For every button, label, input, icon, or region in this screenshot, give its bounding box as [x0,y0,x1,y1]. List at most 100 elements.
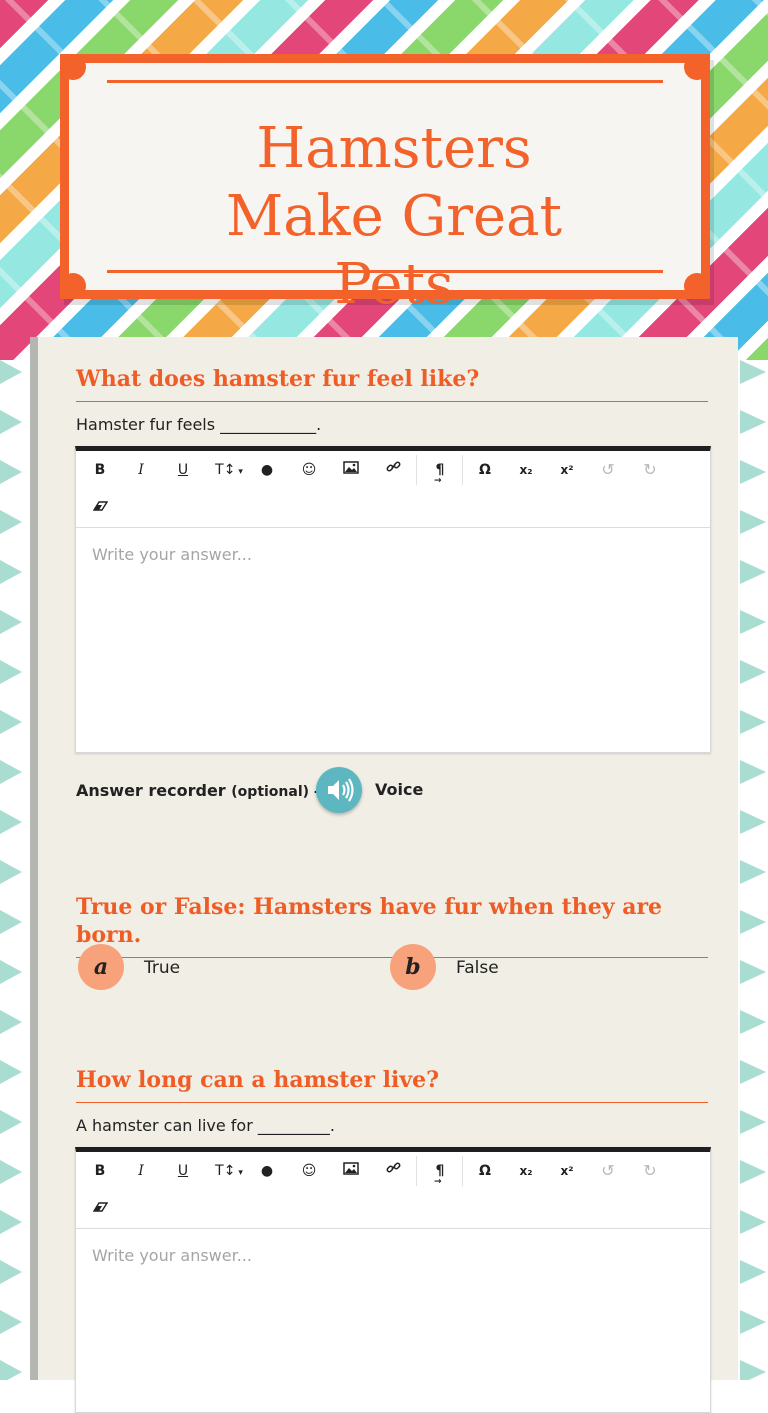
underline-button[interactable]: U [167,1156,199,1186]
triangle-decoration [740,1010,766,1034]
subscript-button[interactable]: x₂ [510,455,542,485]
link-icon[interactable] [377,455,409,485]
question-3-prompt: A hamster can live for _________. [76,1116,335,1135]
triangle-decoration [0,810,22,834]
font-size-dropdown[interactable]: T↕ ▾ [209,1156,249,1186]
answer-editor-1: B I U T↕ ▾ ● ☺ ¶ → Ω x₂ x² ↺ ↻ Write your… [75,446,711,753]
bold-button[interactable]: B [84,1156,116,1186]
triangle-decoration [0,1310,22,1334]
paragraph-direction-button[interactable]: ¶ → [424,1156,456,1187]
recorder-optional-text: (optional) - [231,784,320,800]
triangle-decoration [0,560,22,584]
option-b-circle[interactable]: b [390,944,436,990]
eraser-icon[interactable] [84,492,116,522]
option-b-label[interactable]: False [456,958,499,978]
answer-textarea-placeholder[interactable]: Write your answer... [92,545,252,564]
emoji-icon[interactable]: ☺ [293,1156,325,1186]
triangle-decoration [740,760,766,784]
option-a-label[interactable]: True [144,958,180,978]
corner-ornament [60,273,86,299]
arrow-right-icon: → [434,1177,442,1187]
triangle-decoration [0,460,22,484]
toolbar-divider [416,1156,417,1186]
special-char-button[interactable]: Ω [469,455,501,485]
question-2-title: True or False: Hamsters have fur when th… [76,893,708,958]
triangle-decoration [0,1210,22,1234]
special-char-button[interactable]: Ω [469,1156,501,1186]
link-icon[interactable] [377,1156,409,1186]
text-color-icon[interactable]: ● [251,455,283,485]
font-size-dropdown[interactable]: T↕ ▾ [209,455,249,485]
text-color-icon[interactable]: ● [251,1156,283,1186]
triangle-decoration [740,1060,766,1084]
editor-toolbar: B I U T↕ ▾ ● ☺ ¶ → Ω x₂ x² ↺ ↻ [76,1152,710,1229]
question-1-title: What does hamster fur feel like? [76,365,708,402]
eraser-icon [92,1202,108,1212]
emoji-icon[interactable]: ☺ [293,455,325,485]
triangle-decoration [0,360,22,384]
speaker-icon [328,778,354,802]
triangle-decoration [740,960,766,984]
redo-button[interactable]: ↻ [634,455,666,485]
option-a-letter: a [93,954,109,980]
triangle-decoration [0,710,22,734]
caret-down-icon: ▾ [235,467,243,477]
image-icon[interactable] [335,455,367,485]
triangle-decoration [740,560,766,584]
triangle-decoration [0,510,22,534]
toolbar-divider [416,455,417,485]
answer-textarea-placeholder[interactable]: Write your answer... [92,1246,252,1265]
triangle-decoration [0,960,22,984]
eraser-icon [92,501,108,511]
triangle-decoration [740,1210,766,1234]
toolbar-divider [462,1156,463,1186]
triangle-decoration [740,710,766,734]
answer-editor-2: B I U T↕ ▾ ● ☺ ¶ → Ω x₂ x² ↺ ↻ Write your… [75,1147,711,1413]
option-b-letter: b [405,954,421,980]
superscript-button[interactable]: x² [551,455,583,485]
triangle-decoration [0,1260,22,1284]
recorder-label-text: Answer recorder [76,781,226,800]
question-3-title: How long can a hamster live? [76,1066,708,1103]
italic-button[interactable]: I [125,455,157,485]
triangle-decoration [740,1160,766,1184]
underline-button[interactable]: U [167,455,199,485]
eraser-icon[interactable] [84,1193,116,1223]
corner-ornament [60,54,86,80]
bold-button[interactable]: B [84,455,116,485]
undo-button[interactable]: ↺ [592,455,624,485]
triangle-decoration [740,1110,766,1134]
italic-button[interactable]: I [125,1156,157,1186]
title-card: Hamsters Make Great Pets [60,54,710,317]
triangle-decoration [740,1310,766,1334]
arrow-right-icon: → [434,476,442,486]
question-1-prompt: Hamster fur feels ____________. [76,415,322,434]
image-icon[interactable] [335,1156,367,1186]
editor-toolbar: B I U T↕ ▾ ● ☺ ¶ → Ω x₂ x² ↺ ↻ [76,451,710,528]
triangle-decoration [740,1260,766,1284]
link-icon [386,461,400,472]
worksheet-panel: What does hamster fur feel like? Hamster… [30,337,738,1413]
option-a-circle[interactable]: a [78,944,124,990]
answer-recorder-label: Answer recorder (optional) - [76,781,320,800]
triangle-decoration [0,1010,22,1034]
triangle-decoration [0,610,22,634]
toolbar-divider [462,455,463,485]
redo-button[interactable]: ↻ [634,1156,666,1186]
triangle-decoration [0,410,22,434]
triangle-decoration [740,860,766,884]
font-size-label: T↕ [215,1163,236,1179]
subscript-button[interactable]: x₂ [510,1156,542,1186]
triangle-decoration [0,910,22,934]
title-rule-top [107,80,663,83]
superscript-button[interactable]: x² [551,1156,583,1186]
paragraph-direction-button[interactable]: ¶ → [424,455,456,486]
triangle-decoration [740,1360,766,1380]
triangle-decoration [0,760,22,784]
voice-record-button[interactable] [316,767,362,813]
triangle-decoration [740,610,766,634]
triangle-decoration [740,660,766,684]
undo-button[interactable]: ↺ [592,1156,624,1186]
corner-ornament [684,54,710,80]
font-size-label: T↕ [215,462,236,478]
